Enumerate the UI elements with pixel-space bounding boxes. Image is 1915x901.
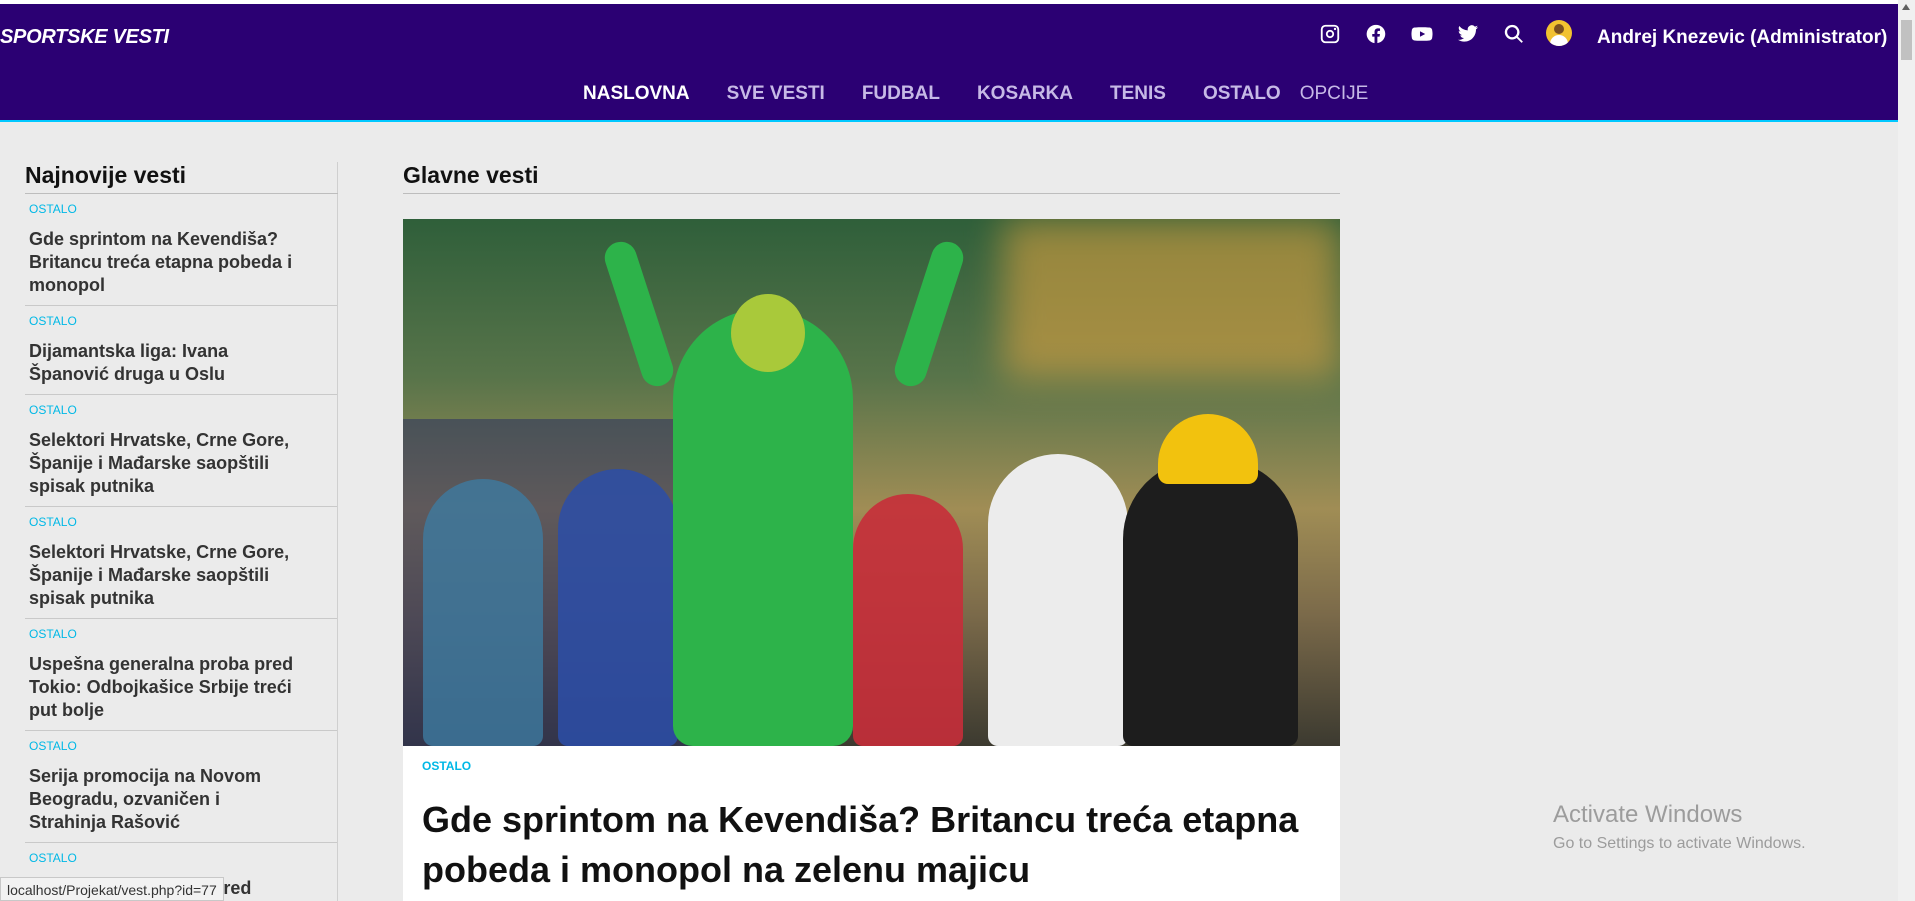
scroll-up-arrow-icon[interactable] bbox=[1902, 4, 1910, 10]
news-category[interactable]: OSTALO bbox=[29, 515, 337, 529]
nav-tenis[interactable]: TENIS bbox=[1110, 83, 1166, 105]
instagram-icon[interactable] bbox=[1318, 22, 1342, 46]
featured-headline[interactable]: Gde sprintom na Kevendiša? Britancu treć… bbox=[422, 795, 1321, 895]
news-category[interactable]: OSTALO bbox=[29, 314, 337, 328]
sidebar-title: Najnovije vesti bbox=[25, 162, 338, 194]
nav-ostalo[interactable]: OSTALO bbox=[1203, 83, 1281, 105]
main-news: Glavne vesti OSTALO Gde sprintom na Keve… bbox=[403, 162, 1340, 901]
windows-activation-watermark: Activate Windows Go to Settings to activ… bbox=[1553, 801, 1806, 853]
watermark-subtitle: Go to Settings to activate Windows. bbox=[1553, 835, 1806, 852]
list-item[interactable]: OSTALO Uspešna generalna proba pred Toki… bbox=[25, 619, 337, 731]
list-item[interactable]: OSTALO Dijamantska liga: Ivana Španović … bbox=[25, 306, 337, 395]
list-item[interactable]: OSTALO Selektori Hrvatske, Crne Gore, Šp… bbox=[25, 395, 337, 507]
news-category[interactable]: OSTALO bbox=[29, 403, 337, 417]
nav-sve-vesti[interactable]: SVE VESTI bbox=[727, 83, 825, 105]
scrollbar-thumb[interactable] bbox=[1901, 20, 1912, 60]
news-title[interactable]: Selektori Hrvatske, Crne Gore, Španije i… bbox=[29, 541, 337, 610]
nav-fudbal[interactable]: FUDBAL bbox=[862, 83, 940, 105]
featured-category[interactable]: OSTALO bbox=[422, 759, 1321, 773]
browser-status-url: localhost/Projekat/vest.php?id=77 bbox=[0, 877, 224, 901]
main-section-title: Glavne vesti bbox=[403, 162, 1340, 194]
news-title[interactable]: Gde sprintom na Kevendiša? Britancu treć… bbox=[29, 228, 337, 297]
news-title[interactable]: Dijamantska liga: Ivana Španović druga u… bbox=[29, 340, 337, 386]
news-title[interactable]: Uspešna generalna proba pred Tokio: Odbo… bbox=[29, 653, 337, 722]
news-category[interactable]: OSTALO bbox=[29, 851, 337, 865]
list-item[interactable]: OSTALO Serija promocija na Novom Beograd… bbox=[25, 731, 337, 843]
nav-naslovna[interactable]: NASLOVNA bbox=[583, 83, 690, 105]
user-avatar[interactable] bbox=[1546, 20, 1572, 46]
page-scrollbar[interactable] bbox=[1898, 0, 1915, 901]
facebook-icon[interactable] bbox=[1364, 22, 1388, 46]
twitter-icon[interactable] bbox=[1456, 22, 1480, 46]
list-item[interactable]: OSTALO Selektori Hrvatske, Crne Gore, Šp… bbox=[25, 507, 337, 619]
user-name[interactable]: Andrej Knezevic (Administrator) bbox=[1597, 27, 1887, 49]
search-icon[interactable] bbox=[1502, 22, 1526, 46]
social-icons bbox=[1318, 22, 1526, 46]
news-category[interactable]: OSTALO bbox=[29, 202, 337, 216]
nav-kosarka[interactable]: KOSARKA bbox=[977, 83, 1073, 105]
top-navbar: SPORTSKE VESTI Andrej Knezevic (Administ… bbox=[0, 4, 1898, 122]
list-item[interactable]: OSTALO Gde sprintom na Kevendiša? Britan… bbox=[25, 194, 337, 306]
news-title[interactable]: Serija promocija na Novom Beogradu, ozva… bbox=[29, 765, 337, 834]
brand-logo-link[interactable]: SPORTSKE VESTI bbox=[0, 26, 169, 49]
watermark-title: Activate Windows bbox=[1553, 801, 1743, 828]
youtube-icon[interactable] bbox=[1410, 22, 1434, 46]
main-menu: NASLOVNA SVE VESTI FUDBAL KOSARKA TENIS … bbox=[583, 83, 1368, 105]
latest-news-sidebar: Najnovije vesti OSTALO Gde sprintom na K… bbox=[25, 162, 338, 901]
nav-opcije[interactable]: OPCIJE bbox=[1300, 83, 1369, 105]
news-category[interactable]: OSTALO bbox=[29, 739, 337, 753]
featured-news-image[interactable] bbox=[403, 219, 1340, 746]
featured-article-card[interactable]: OSTALO Gde sprintom na Kevendiša? Britan… bbox=[403, 746, 1340, 901]
news-title[interactable]: Selektori Hrvatske, Crne Gore, Španije i… bbox=[29, 429, 337, 498]
news-category[interactable]: OSTALO bbox=[29, 627, 337, 641]
